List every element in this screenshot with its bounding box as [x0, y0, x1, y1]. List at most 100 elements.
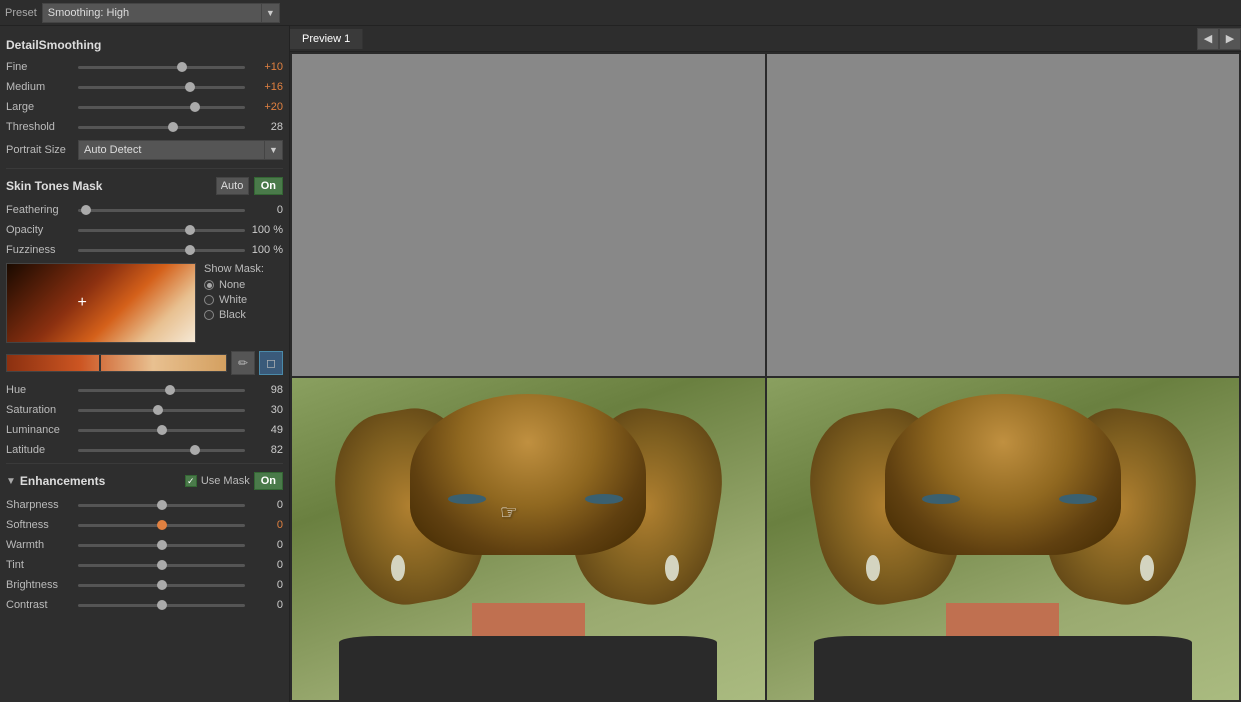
color-swatch-plus: + — [78, 294, 87, 312]
large-thumb[interactable] — [190, 102, 200, 112]
warmth-thumb[interactable] — [157, 540, 167, 550]
latitude-thumb[interactable] — [190, 445, 200, 455]
warmth-label: Warmth — [6, 539, 78, 551]
brightness-thumb[interactable] — [157, 580, 167, 590]
opacity-slider-track[interactable] — [78, 223, 245, 237]
preview-cell-top-left[interactable] — [292, 54, 765, 376]
contrast-slider-track[interactable] — [78, 598, 245, 612]
preview-cell-bottom-right[interactable] — [767, 378, 1240, 700]
large-slider-track[interactable] — [78, 100, 245, 114]
opacity-thumb[interactable] — [185, 225, 195, 235]
tint-value: 0 — [245, 559, 283, 571]
softness-label: Softness — [6, 519, 78, 531]
medium-value: +16 — [245, 81, 283, 93]
saturation-thumb[interactable] — [153, 405, 163, 415]
luminance-label: Luminance — [6, 424, 78, 436]
left-panel: DetailSmoothing Fine +10 Medium — [0, 26, 290, 702]
sharpness-thumb[interactable] — [157, 500, 167, 510]
fuzziness-value: 100 % — [245, 244, 283, 256]
nav-right-button[interactable]: ▶ — [1219, 28, 1241, 50]
medium-thumb[interactable] — [185, 82, 195, 92]
tint-slider-track[interactable] — [78, 558, 245, 572]
luminance-slider-track[interactable] — [78, 423, 245, 437]
color-area: + Show Mask: None White Black — [6, 263, 283, 343]
luminance-slider-row: Luminance 49 — [6, 423, 283, 437]
preview-cell-top-right[interactable] — [767, 54, 1240, 376]
luminance-value: 49 — [245, 424, 283, 436]
portrait-size-select[interactable]: Auto Detect — [78, 140, 265, 160]
collapse-icon[interactable]: ▼ — [6, 476, 16, 487]
skin-tones-mask-title: Skin Tones Mask — [6, 179, 216, 193]
feathering-thumb[interactable] — [81, 205, 91, 215]
color-bar-row: ✏ ◻ — [6, 351, 283, 375]
preview-tab-1[interactable]: Preview 1 — [290, 29, 363, 49]
fuzziness-slider-row: Fuzziness 100 % — [6, 243, 283, 257]
brightness-slider-track[interactable] — [78, 578, 245, 592]
enhancements-title: Enhancements — [20, 474, 185, 488]
opacity-slider-row: Opacity 100 % — [6, 223, 283, 237]
medium-slider-row: Medium +16 — [6, 80, 283, 94]
softness-thumb[interactable] — [157, 520, 167, 530]
picker-add-button[interactable]: ✏ — [231, 351, 255, 375]
tint-slider-row: Tint 0 — [6, 558, 283, 572]
radio-white[interactable]: White — [204, 294, 264, 306]
fine-thumb[interactable] — [177, 62, 187, 72]
color-bar[interactable] — [6, 354, 227, 372]
feathering-value: 0 — [245, 204, 283, 216]
hue-slider-track[interactable] — [78, 383, 245, 397]
warmth-slider-track[interactable] — [78, 538, 245, 552]
radio-black-label: Black — [219, 309, 246, 321]
use-mask-checkbox-wrap[interactable]: ✓ — [185, 475, 197, 487]
use-mask-checkbox[interactable]: ✓ — [185, 475, 197, 487]
fine-slider-row: Fine +10 — [6, 60, 283, 74]
show-mask-title: Show Mask: — [204, 263, 264, 275]
color-bar-marker — [99, 355, 101, 371]
color-swatch[interactable]: + — [6, 263, 196, 343]
auto-select[interactable]: Auto — [216, 177, 249, 195]
divider-2 — [6, 463, 283, 464]
radio-none[interactable]: None — [204, 279, 264, 291]
show-mask-panel: Show Mask: None White Black — [196, 263, 264, 343]
picker-remove-button[interactable]: ◻ — [259, 351, 283, 375]
radio-white-circle[interactable] — [204, 295, 214, 305]
preview-nav: ◀ ▶ — [1197, 28, 1241, 50]
luminance-thumb[interactable] — [157, 425, 167, 435]
feathering-slider-track[interactable] — [78, 203, 245, 217]
portrait-select-arrow[interactable]: ▼ — [265, 140, 283, 160]
radio-none-circle[interactable] — [204, 280, 214, 290]
fine-slider-track[interactable] — [78, 60, 245, 74]
nav-left-button[interactable]: ◀ — [1197, 28, 1219, 50]
skin-mask-on-button[interactable]: On — [254, 177, 283, 195]
tint-thumb[interactable] — [157, 560, 167, 570]
check-icon: ✓ — [187, 476, 195, 487]
large-slider-row: Large +20 — [6, 100, 283, 114]
softness-slider-track[interactable] — [78, 518, 245, 532]
preset-select[interactable]: Smoothing: High — [42, 3, 262, 23]
tint-label: Tint — [6, 559, 78, 571]
sharpness-slider-track[interactable] — [78, 498, 245, 512]
skin-tones-mask-header: Skin Tones Mask Auto On — [6, 177, 283, 195]
fuzziness-thumb[interactable] — [185, 245, 195, 255]
saturation-slider-track[interactable] — [78, 403, 245, 417]
medium-slider-track[interactable] — [78, 80, 245, 94]
preview-images: ☞ — [290, 52, 1241, 702]
preset-label: Preset — [5, 7, 37, 19]
radio-black[interactable]: Black — [204, 309, 264, 321]
app-container: Preset Smoothing: High ▼ DetailSmoothing… — [0, 0, 1241, 702]
detail-smoothing-header: DetailSmoothing — [6, 38, 283, 52]
brightness-value: 0 — [245, 579, 283, 591]
large-label: Large — [6, 101, 78, 113]
radio-black-circle[interactable] — [204, 310, 214, 320]
opacity-value: 100 % — [245, 224, 283, 236]
warmth-value: 0 — [245, 539, 283, 551]
latitude-slider-track[interactable] — [78, 443, 245, 457]
preset-dropdown-arrow[interactable]: ▼ — [262, 3, 280, 23]
feathering-label: Feathering — [6, 204, 78, 216]
threshold-slider-track[interactable] — [78, 120, 245, 134]
hue-thumb[interactable] — [165, 385, 175, 395]
contrast-thumb[interactable] — [157, 600, 167, 610]
fuzziness-slider-track[interactable] — [78, 243, 245, 257]
preview-cell-bottom-left[interactable]: ☞ — [292, 378, 765, 700]
threshold-thumb[interactable] — [168, 122, 178, 132]
enhancements-on-button[interactable]: On — [254, 472, 283, 490]
